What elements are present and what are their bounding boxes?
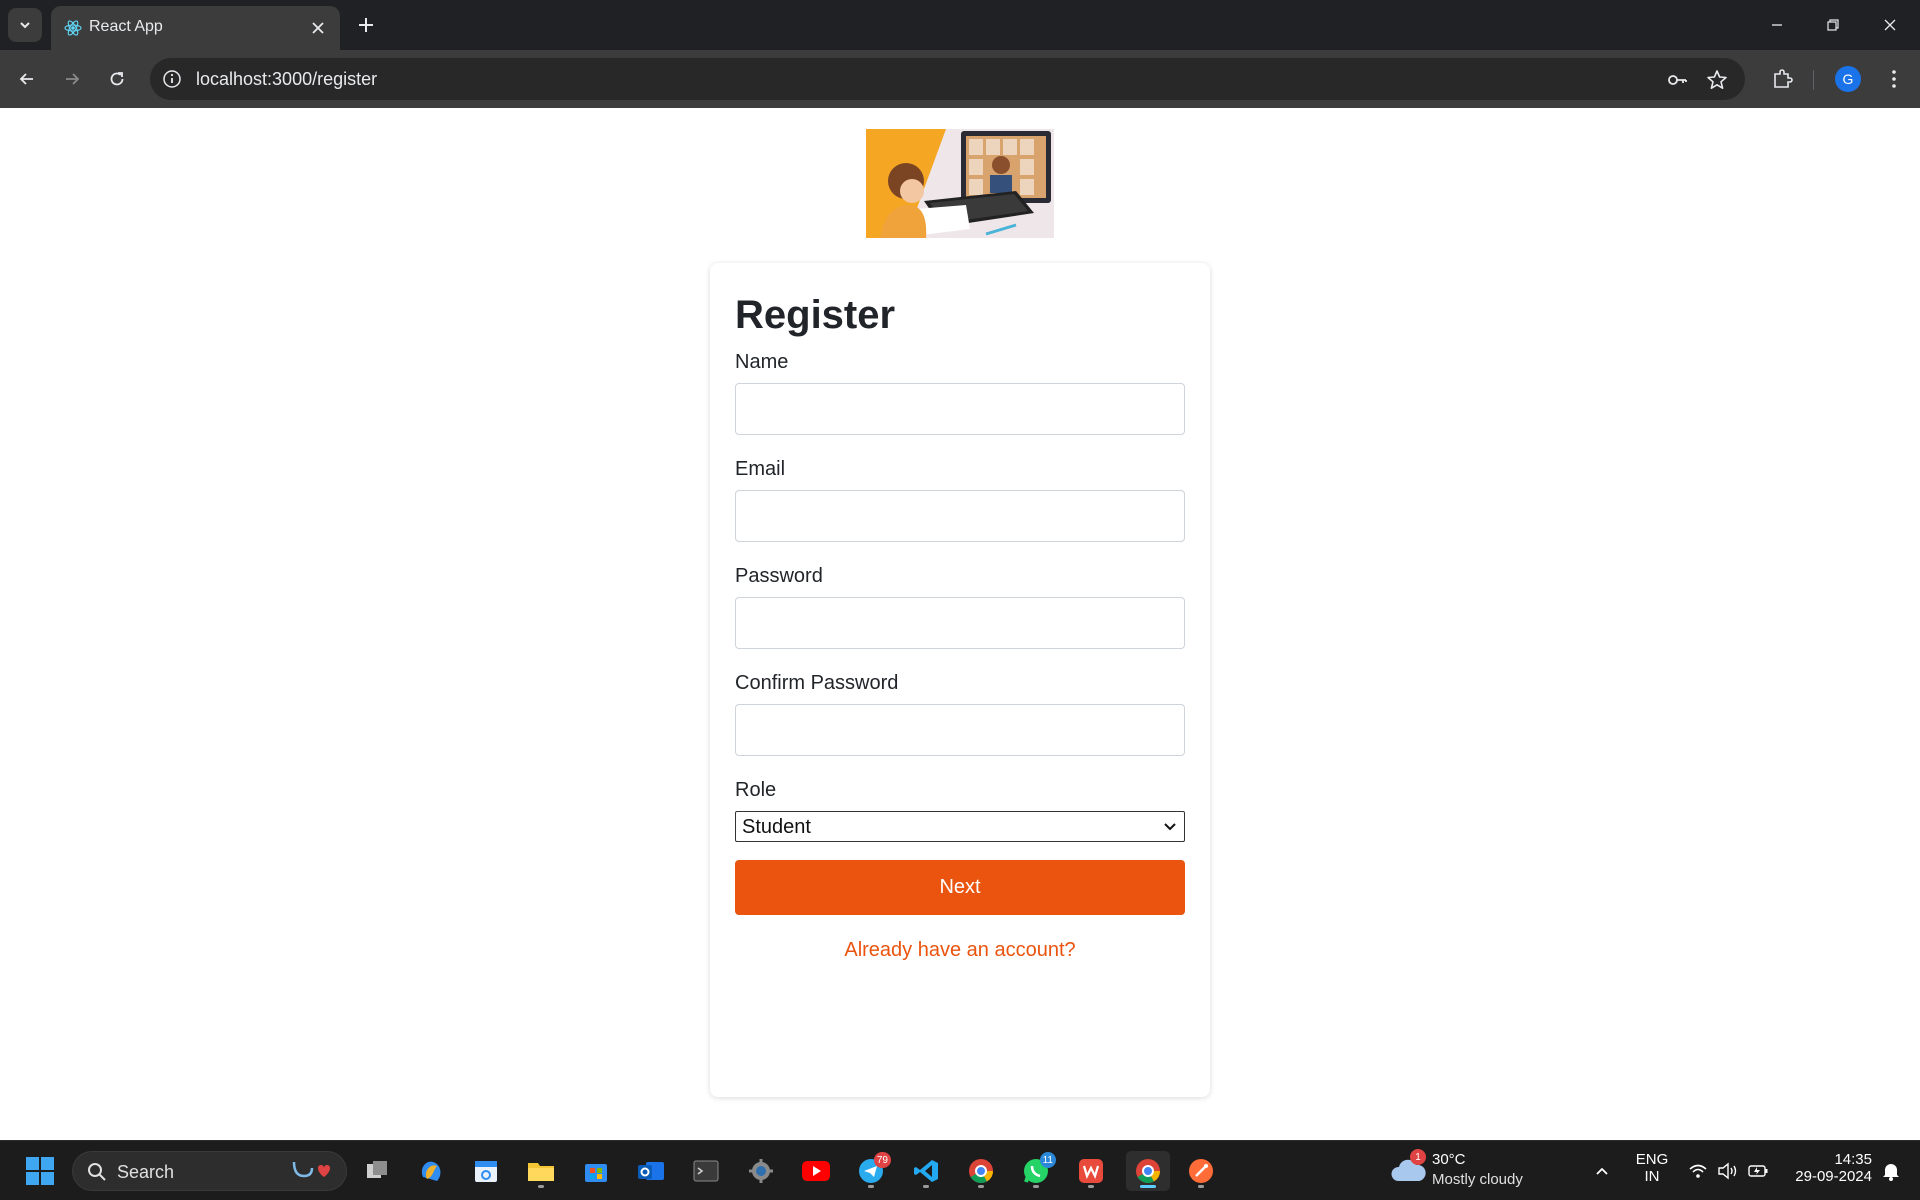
browser-toolbar: localhost:3000/register G xyxy=(0,50,1920,108)
telegram-icon[interactable]: 79 xyxy=(851,1151,891,1191)
arrow-left-icon xyxy=(19,73,33,85)
battery-icon[interactable] xyxy=(1743,1151,1773,1191)
running-indicator xyxy=(868,1185,874,1188)
settings-gear-icon[interactable] xyxy=(741,1151,781,1191)
whatsapp-icon[interactable]: 11 xyxy=(1016,1151,1056,1191)
role-select[interactable]: Student xyxy=(735,811,1185,842)
chevron-up-icon xyxy=(1596,1167,1608,1175)
forward-button[interactable] xyxy=(56,63,88,95)
tab-search-button[interactable] xyxy=(8,8,42,42)
name-input[interactable] xyxy=(735,383,1185,435)
volume-icon[interactable] xyxy=(1713,1151,1743,1191)
running-indicator xyxy=(538,1185,544,1188)
arrow-right-icon xyxy=(66,73,80,85)
search-placeholder: Search xyxy=(117,1162,175,1182)
clock-date: 29-09-2024 xyxy=(1795,1168,1872,1185)
toolbar-divider xyxy=(1813,70,1814,90)
restore-button[interactable] xyxy=(1818,10,1848,40)
back-button[interactable] xyxy=(11,63,43,95)
restore-icon xyxy=(1827,19,1839,31)
wps-office-icon[interactable] xyxy=(1071,1151,1111,1191)
copilot-icon[interactable] xyxy=(411,1151,451,1191)
reload-icon xyxy=(110,72,124,86)
password-key-icon[interactable] xyxy=(1665,68,1689,92)
login-link[interactable]: Already have an account? xyxy=(735,939,1185,962)
notification-bell-icon[interactable] xyxy=(1876,1151,1906,1191)
active-indicator xyxy=(1140,1185,1156,1188)
language-code: ENG xyxy=(1635,1151,1669,1168)
microsoft-store-icon[interactable] xyxy=(576,1151,616,1191)
postman-icon[interactable] xyxy=(1181,1151,1221,1191)
react-logo-icon xyxy=(64,20,82,36)
vscode-icon[interactable] xyxy=(906,1151,946,1191)
password-label: Password xyxy=(735,565,823,587)
close-tab-icon[interactable] xyxy=(308,18,328,38)
task-view-icon[interactable] xyxy=(357,1151,397,1191)
plus-icon xyxy=(359,18,373,32)
hero-illustration xyxy=(866,129,1054,238)
calendar-app-icon[interactable] xyxy=(466,1151,506,1191)
weather-badge: 1 xyxy=(1410,1149,1426,1165)
page-content: Register Name Email Password Confirm Pas… xyxy=(0,108,1920,1140)
terminal-app-icon[interactable] xyxy=(686,1151,726,1191)
page-title: Register xyxy=(735,293,896,337)
next-button[interactable]: Next xyxy=(735,860,1185,915)
password-input[interactable] xyxy=(735,597,1185,649)
telegram-badge: 79 xyxy=(873,1152,891,1168)
browser-tab-active[interactable]: React App xyxy=(51,6,340,50)
wifi-icon[interactable] xyxy=(1683,1151,1713,1191)
running-indicator xyxy=(923,1185,929,1188)
running-indicator xyxy=(978,1185,984,1188)
extensions-puzzle-icon[interactable] xyxy=(1770,67,1794,91)
name-label: Name xyxy=(735,351,789,373)
clock[interactable]: 14:35 29-09-2024 xyxy=(1780,1151,1872,1185)
weather-widget[interactable]: 1 30°C Mostly cloudy xyxy=(1390,1149,1540,1193)
role-label: Role xyxy=(735,779,777,801)
role-selected-value: Student xyxy=(742,816,811,838)
show-hidden-icons-button[interactable] xyxy=(1582,1151,1622,1191)
youtube-icon[interactable] xyxy=(796,1151,836,1191)
site-info-icon[interactable] xyxy=(162,69,182,89)
close-window-button[interactable] xyxy=(1875,10,1905,40)
running-indicator xyxy=(1033,1185,1039,1188)
whatsapp-badge: 11 xyxy=(1039,1152,1056,1168)
tab-title: React App xyxy=(89,18,163,35)
windows-taskbar: Search 79 11 1 30°C Mostly cloudy ENG IN… xyxy=(0,1140,1920,1200)
file-explorer-icon[interactable] xyxy=(521,1151,561,1191)
bookmark-star-icon[interactable] xyxy=(1705,68,1729,92)
minimize-icon xyxy=(1772,24,1782,26)
language-region: IN xyxy=(1644,1168,1660,1185)
chrome-active-icon[interactable] xyxy=(1126,1151,1170,1191)
clock-time: 14:35 xyxy=(1834,1151,1872,1168)
taskbar-search[interactable]: Search xyxy=(72,1151,347,1191)
running-indicator xyxy=(1198,1185,1204,1188)
minimize-button[interactable] xyxy=(1762,10,1792,40)
browser-titlebar: React App xyxy=(0,0,1920,50)
search-icon xyxy=(88,1163,106,1181)
browser-menu-icon[interactable] xyxy=(1882,67,1906,91)
outlook-icon[interactable] xyxy=(631,1151,671,1191)
start-button[interactable] xyxy=(20,1151,60,1191)
weather-description: Mostly cloudy xyxy=(1432,1171,1523,1188)
new-tab-button[interactable] xyxy=(353,12,379,38)
email-input[interactable] xyxy=(735,490,1185,542)
email-label: Email xyxy=(735,458,786,480)
reload-button[interactable] xyxy=(101,63,133,95)
profile-avatar[interactable]: G xyxy=(1835,66,1861,92)
chevron-down-icon xyxy=(20,22,30,29)
chevron-down-icon xyxy=(1164,823,1176,831)
confirm-password-input[interactable] xyxy=(735,704,1185,756)
weather-temperature: 30°C xyxy=(1432,1151,1466,1168)
running-indicator xyxy=(1088,1185,1094,1188)
language-indicator[interactable]: ENG IN xyxy=(1630,1151,1674,1185)
address-bar[interactable]: localhost:3000/register xyxy=(150,58,1745,100)
chrome-profile-icon[interactable] xyxy=(961,1151,1001,1191)
close-icon xyxy=(1884,19,1896,31)
url-text[interactable]: localhost:3000/register xyxy=(196,69,377,90)
windows-logo-icon xyxy=(26,1157,54,1185)
confirm-password-label: Confirm Password xyxy=(735,672,899,694)
stethoscope-heart-icon xyxy=(292,1161,330,1178)
register-card: Register Name Email Password Confirm Pas… xyxy=(710,263,1210,1097)
